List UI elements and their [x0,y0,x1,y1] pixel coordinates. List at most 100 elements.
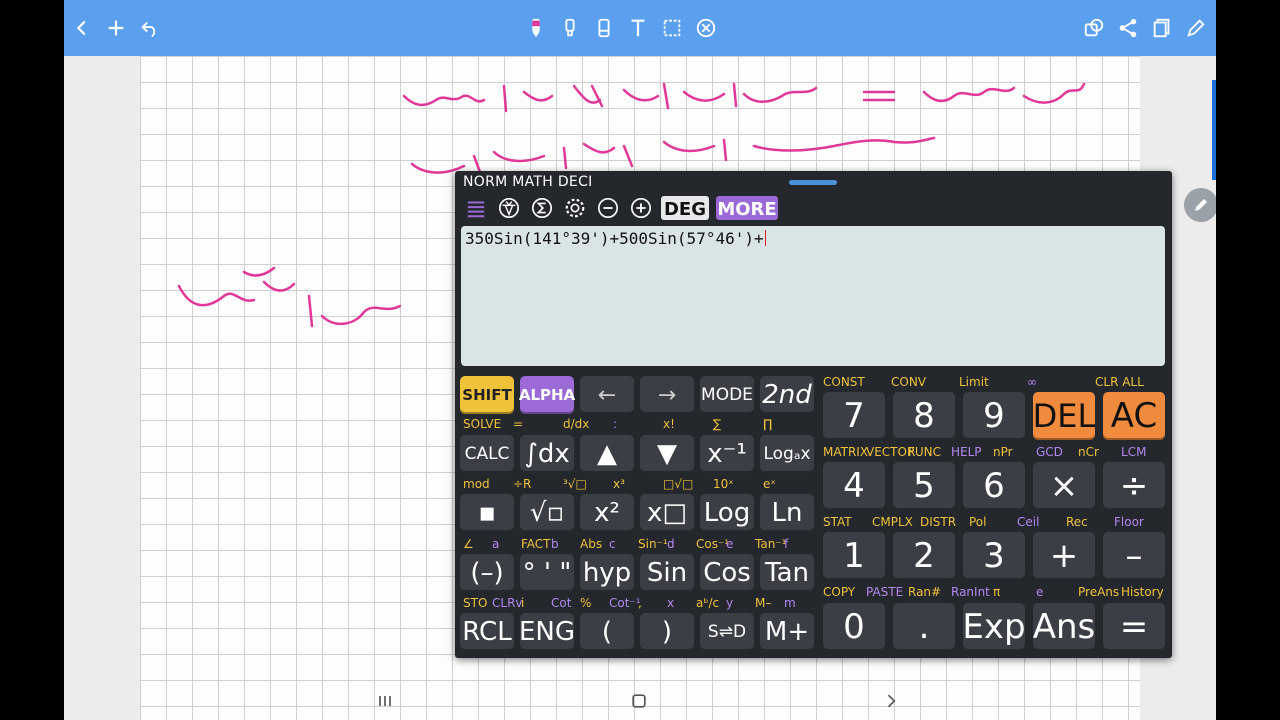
lasso-select-icon[interactable] [658,14,686,42]
up-arrow-key[interactable]: ▲ [580,435,634,473]
pen-settings-icon[interactable] [1182,14,1210,42]
cos-key[interactable]: Cos [700,554,754,592]
fraction-key[interactable]: ▪ [460,494,514,532]
power-key[interactable]: x□ [640,494,694,532]
square-key[interactable]: x² [580,494,634,532]
key-shift-label: e [1036,585,1044,599]
sin-key[interactable]: Sin [640,554,694,592]
key-6[interactable]: 6 [963,462,1025,510]
recent-apps-icon[interactable] [370,686,400,716]
undo-icon[interactable] [136,14,164,42]
m-plus-key[interactable]: M+ [760,613,814,651]
menu-icon[interactable] [463,195,489,221]
log-key[interactable]: Log [700,494,754,532]
theme-icon[interactable] [496,195,522,221]
eraser-icon[interactable] [590,14,618,42]
ans-key[interactable]: Ans [1033,603,1095,651]
key-shift-label: ³√□ [563,477,587,491]
back-nav-icon[interactable] [876,686,906,716]
multiply-key[interactable]: × [1033,462,1095,510]
pages-icon[interactable] [1148,14,1176,42]
tan-key[interactable]: Tan [760,554,814,592]
second-function-key[interactable]: 2nd [760,376,814,414]
pen-tool-icon[interactable] [522,14,550,42]
calculator-mode-title: NORM MATH DECI [463,174,593,190]
open-paren-key[interactable]: ( [580,613,634,651]
key-shift-label: % [580,596,592,610]
drag-handle[interactable] [789,180,837,185]
angle-mode-badge[interactable]: DEG [661,196,709,220]
eng-key[interactable]: ENG [519,613,575,651]
plus-key[interactable]: + [1033,532,1095,580]
floating-calculator[interactable]: NORM MATH DECI DEG MORE 350Sin(141°39')+… [455,171,1172,658]
hyp-key[interactable]: hyp [580,554,634,592]
left-arrow-key[interactable]: ← [580,376,634,414]
decimal-key[interactable]: . [893,603,955,651]
exp-key[interactable]: Exp [962,603,1026,651]
text-tool-icon[interactable] [624,14,652,42]
key-shift-label: ∠ [463,537,474,551]
key-shift-label: Cot [551,596,572,610]
ac-key[interactable]: AC [1103,392,1165,440]
settings-gear-icon[interactable] [562,195,588,221]
key-4[interactable]: 4 [823,462,885,510]
key-1[interactable]: 1 [823,532,885,580]
alpha-key[interactable]: ALPHA [519,376,575,414]
key-shift-label: Tan⁻¹ [755,537,787,551]
key-2[interactable]: 2 [893,532,955,580]
key-9[interactable]: 9 [963,392,1025,440]
s-to-d-key[interactable]: S⇌D [700,613,754,651]
more-button[interactable]: MORE [716,196,778,220]
key-shift-label: DISTR [920,515,957,529]
log-base-key[interactable]: Logₐx [760,435,814,473]
divide-key[interactable]: ÷ [1103,462,1165,510]
key-shift-label: FUNC [908,445,942,459]
share-icon[interactable] [1114,14,1142,42]
key-shift-label: CMPLX [872,515,913,529]
system-nav-bar [64,680,1216,720]
right-arrow-key[interactable]: → [640,376,694,414]
zoom-out-icon[interactable] [595,195,621,221]
zoom-in-icon[interactable] [628,195,654,221]
reciprocal-key[interactable]: x⁻¹ [700,435,754,473]
negative-key[interactable]: (–) [460,554,514,592]
edit-pen-button[interactable] [1184,188,1216,222]
del-key[interactable]: DEL [1033,392,1095,440]
key-shift-label: mod [463,477,490,491]
equals-key[interactable]: = [1103,603,1165,651]
calc-key[interactable]: CALC [460,435,514,473]
key-shift-label: STAT [823,515,852,529]
key-8[interactable]: 8 [893,392,955,440]
highlighter-icon[interactable] [556,14,584,42]
close-paren-key[interactable]: ) [640,613,694,651]
minus-key[interactable]: – [1103,532,1165,580]
integral-key[interactable]: ∫dx [520,435,574,473]
degree-key[interactable]: ° ' " [520,554,574,592]
sigma-icon[interactable] [529,195,555,221]
add-page-icon[interactable] [102,14,130,42]
shift-key[interactable]: SHIFT [460,376,514,414]
shapes-icon[interactable] [1080,14,1108,42]
key-shift-label: = [513,417,524,431]
key-shift-label: d [667,537,675,551]
close-tool-icon[interactable] [692,14,720,42]
key-shift-label: History [1121,585,1164,599]
sqrt-key[interactable]: √▫ [520,494,574,532]
key-5[interactable]: 5 [893,462,955,510]
mode-key[interactable]: MODE [700,376,754,414]
key-shift-label: f [784,537,789,551]
key-shift-label: LCM [1121,445,1147,459]
rcl-key[interactable]: RCL [460,613,514,651]
key-7[interactable]: 7 [823,392,885,440]
key-3[interactable]: 3 [963,532,1025,580]
back-icon[interactable] [68,14,96,42]
calculator-display[interactable]: 350Sin(141°39')+500Sin(57°46')+ [461,226,1165,366]
key-shift-label: ∞ [1027,375,1037,389]
ln-key[interactable]: Ln [760,494,814,532]
key-shift-label: CLR ALL [1095,375,1144,389]
key-shift-label: c [609,537,616,551]
key-0[interactable]: 0 [823,603,885,651]
key-shift-label: ∏ [763,417,773,431]
home-icon[interactable] [624,686,654,716]
down-arrow-key[interactable]: ▼ [640,435,694,473]
